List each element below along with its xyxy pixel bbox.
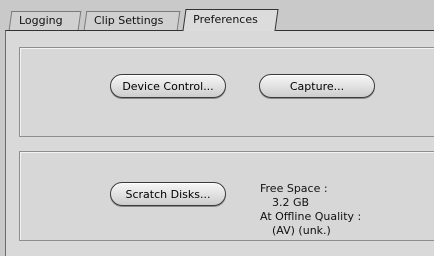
tab-bar: Logging Clip Settings Preferences — [0, 0, 434, 31]
tab-preferences-label: Preferences — [193, 13, 258, 26]
tab-clip-settings-label: Clip Settings — [94, 14, 164, 27]
tab-preferences[interactable]: Preferences — [182, 9, 279, 31]
scratch-disks-group: Scratch Disks... Free Space : 3.2 GB At … — [19, 151, 434, 241]
offline-quality-value: (AV) (unk.) — [272, 224, 331, 237]
device-capture-group: Device Control... Capture... — [19, 47, 434, 137]
device-control-button[interactable]: Device Control... — [110, 74, 226, 98]
free-space-label: Free Space : — [260, 182, 328, 195]
preferences-panel: Device Control... Capture... Scratch Dis… — [5, 30, 434, 256]
disk-info: Free Space : 3.2 GB At Offline Quality :… — [260, 182, 361, 238]
tab-clip-settings[interactable]: Clip Settings — [83, 11, 181, 30]
capture-button[interactable]: Capture... — [259, 74, 375, 98]
scratch-disks-button[interactable]: Scratch Disks... — [110, 182, 226, 206]
free-space-value: 3.2 GB — [272, 196, 310, 209]
tab-logging-label: Logging — [19, 14, 63, 27]
tab-logging[interactable]: Logging — [8, 11, 82, 30]
offline-quality-label: At Offline Quality : — [260, 210, 362, 223]
